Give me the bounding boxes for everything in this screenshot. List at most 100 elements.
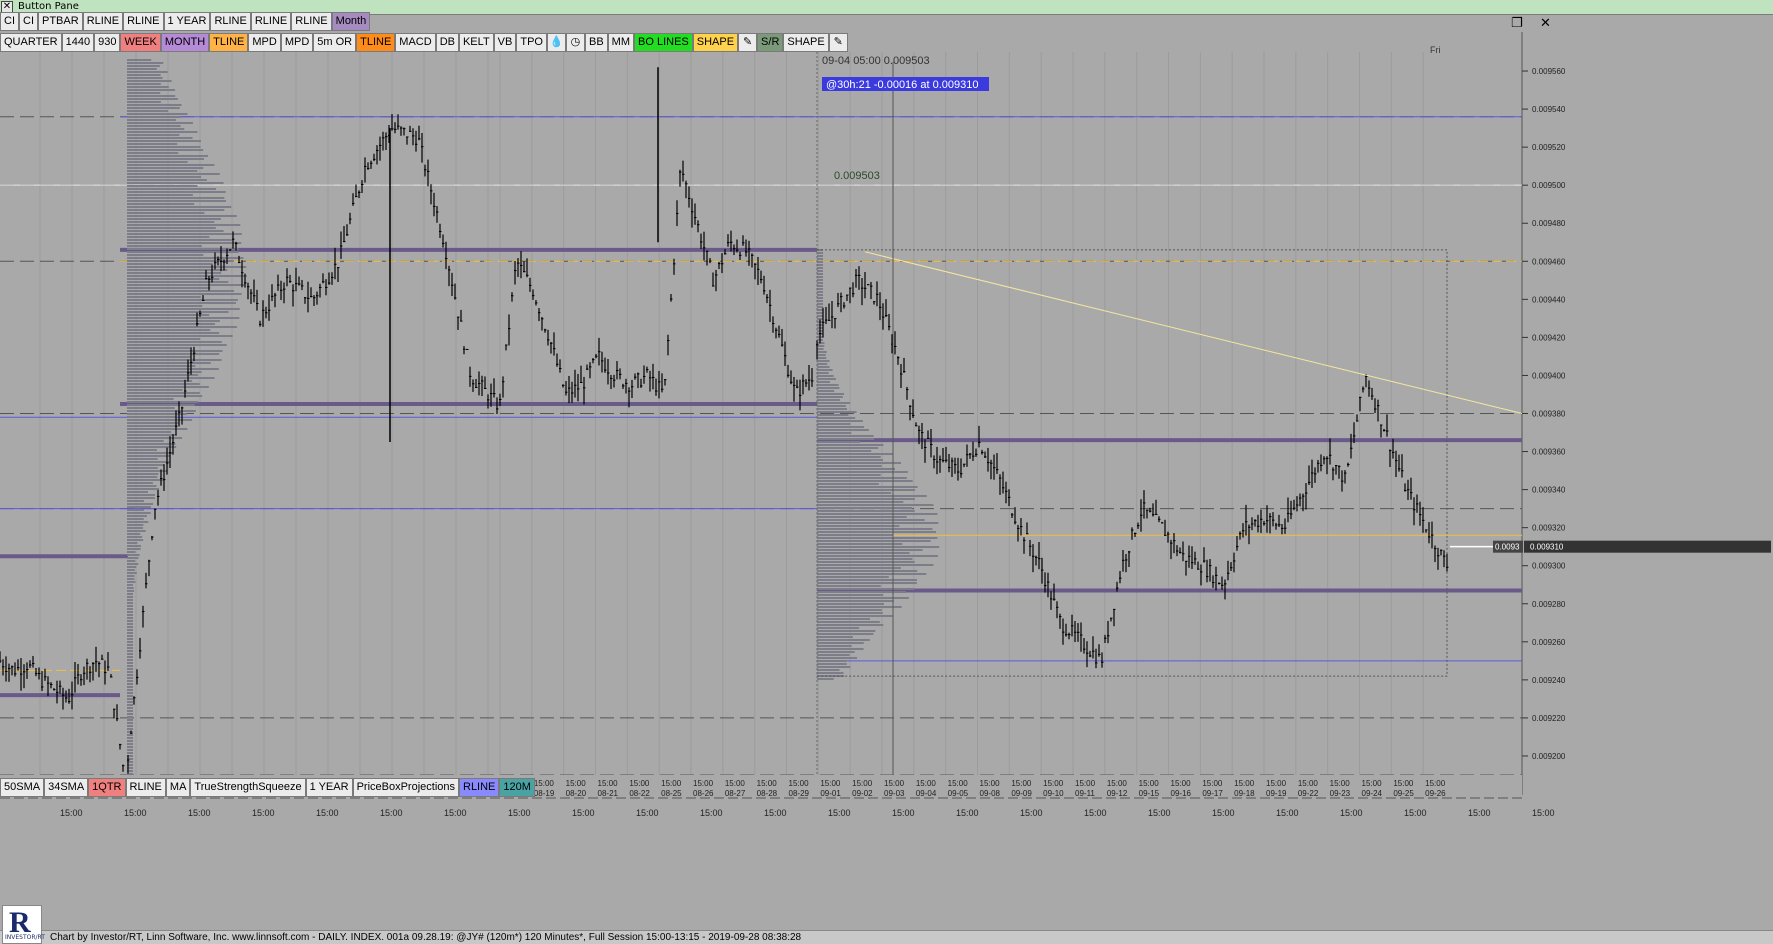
date-tick-label: 09-11 [1075, 789, 1095, 798]
bottom-time-label: 15:00 [60, 808, 83, 818]
time-tick-label: 15:00 [789, 779, 810, 788]
date-tick-label: 08-20 [566, 789, 587, 798]
time-tick-label: 15:00 [980, 779, 1001, 788]
bottom-time-label: 15:00 [828, 808, 851, 818]
price-tick-label: 0.009440 [1532, 295, 1566, 304]
date-tick-label: 09-24 [1362, 789, 1383, 798]
crosshair-readout: 09-04 05:00 0.009503 [822, 55, 930, 67]
bottom-time-label: 15:00 [700, 808, 723, 818]
bottom-time-label: 15:00 [444, 808, 467, 818]
logo-subtext: INVESTOR/RT [5, 934, 45, 941]
time-tick-label: 15:00 [1171, 779, 1192, 788]
time-tick-label: 15:00 [1202, 779, 1223, 788]
bottom-time-label: 15:00 [636, 808, 659, 818]
bottom-time-label: 15:00 [380, 808, 403, 818]
time-tick-label: 15:00 [1362, 779, 1383, 788]
price-tick-label: 0.009280 [1532, 600, 1566, 609]
date-tick-label: 09-25 [1393, 789, 1414, 798]
bottom-time-label: 15:00 [1148, 808, 1171, 818]
bottom-time-label: 15:00 [316, 808, 339, 818]
status-text: Chart by Investor/RT, Linn Software, Inc… [50, 932, 802, 943]
toolbar-button-ma[interactable]: MA [165, 778, 191, 797]
toolbar-button-50sma[interactable]: 50SMA [0, 778, 45, 797]
day-label: Fri [1430, 45, 1441, 55]
time-tick-label: 15:00 [693, 779, 714, 788]
time-tick-label: 15:00 [1393, 779, 1414, 788]
price-tick-label: 0.009520 [1532, 143, 1566, 152]
toolbar-studies: 50SMA 34SMA 1QTR RLINE MA TrueStrengthSqueeze… [0, 778, 535, 797]
time-tick-label: 15:00 [1330, 779, 1351, 788]
time-tick-label: 15:00 [1266, 779, 1287, 788]
toolbar-button-truestrengthsqueeze[interactable]: TrueStrengthSqueeze [190, 778, 306, 797]
bottom-time-label: 15:00 [252, 808, 275, 818]
time-tick-label: 15:00 [820, 779, 841, 788]
toolbar-button-1-year[interactable]: 1 YEAR [305, 778, 353, 797]
date-tick-label: 09-15 [1139, 789, 1160, 798]
price-tick-label: 0.009460 [1532, 257, 1566, 266]
time-tick-label: 15:00 [1298, 779, 1319, 788]
date-tick-label: 09-26 [1425, 789, 1446, 798]
time-tick-label: 15:00 [1425, 779, 1446, 788]
time-tick-label: 15:00 [1075, 779, 1096, 788]
time-tick-label: 15:00 [598, 779, 619, 788]
date-tick-label: 08-25 [661, 789, 682, 798]
status-bar: Chart by Investor/RT, Linn Software, Inc… [0, 930, 1773, 944]
price-tick-label: 0.009220 [1532, 714, 1566, 723]
date-tick-label: 09-04 [916, 789, 937, 798]
price-tick-label: 0.009500 [1532, 181, 1566, 190]
measure-label: @30h:21 -0.00016 at 0.009310 [826, 79, 978, 91]
price-tick-label: 0.009320 [1532, 524, 1566, 533]
bottom-time-label: 15:00 [124, 808, 147, 818]
date-tick-label: 09-05 [948, 789, 969, 798]
date-tick-label: 09-10 [1043, 789, 1064, 798]
date-tick-label: 09-17 [1202, 789, 1223, 798]
date-tick-label: 08-21 [598, 789, 619, 798]
projection-box [816, 249, 1448, 677]
date-tick-label: 08-26 [693, 789, 714, 798]
time-tick-label: 15:00 [916, 779, 937, 788]
crosshair-price-label: 0.009503 [834, 170, 880, 182]
date-tick-label: 09-18 [1234, 789, 1255, 798]
date-tick-label: 09-19 [1266, 789, 1287, 798]
time-tick-label: 15:00 [1139, 779, 1160, 788]
date-tick-label: 09-09 [1011, 789, 1032, 798]
toolbar-button-120m[interactable]: 120M [499, 778, 535, 797]
toolbar-button-rline[interactable]: RLINE [125, 778, 166, 797]
time-tick-label: 15:00 [948, 779, 969, 788]
bottom-time-label: 15:00 [764, 808, 787, 818]
bottom-time-label: 15:00 [1084, 808, 1107, 818]
price-tick-label: 0.009240 [1532, 676, 1566, 685]
toolbar-button-34sma[interactable]: 34SMA [44, 778, 89, 797]
date-tick-label: 08-27 [725, 789, 746, 798]
time-tick-label: 15:00 [629, 779, 650, 788]
toolbar-button-rline[interactable]: RLINE [459, 778, 500, 797]
time-tick-label: 15:00 [725, 779, 746, 788]
date-tick-label: 09-08 [980, 789, 1001, 798]
last-price-label: 0.009310 [1530, 543, 1564, 552]
bottom-time-label: 15:00 [1532, 808, 1555, 818]
price-tick-label: 0.009340 [1532, 486, 1566, 495]
time-tick-label: 15:00 [1234, 779, 1255, 788]
toolbar-button-1qtr[interactable]: 1QTR [88, 778, 126, 797]
bottom-time-label: 15:00 [1468, 808, 1491, 818]
price-tick-label: 0.009360 [1532, 448, 1566, 457]
bottom-time-label: 15:00 [892, 808, 915, 818]
price-tick-label: 0.009200 [1532, 752, 1566, 761]
date-tick-label: 09-23 [1330, 789, 1351, 798]
price-tick-label: 0.009420 [1532, 333, 1566, 342]
time-tick-label: 15:00 [757, 779, 778, 788]
price-tick-label: 0.009540 [1532, 105, 1566, 114]
date-tick-label: 09-01 [820, 789, 841, 798]
date-tick-label: 09-02 [852, 789, 873, 798]
price-tick-label: 0.009480 [1532, 219, 1566, 228]
date-tick-label: 09-22 [1298, 789, 1319, 798]
toolbar-button-priceboxprojections[interactable]: PriceBoxProjections [352, 778, 459, 797]
time-tick-label: 15:00 [534, 779, 555, 788]
time-tick-label: 15:00 [852, 779, 873, 788]
time-tick-label: 15:00 [1043, 779, 1064, 788]
price-tick-label: 0.009300 [1532, 562, 1566, 571]
price-tick-label: 0.009260 [1532, 638, 1566, 647]
date-tick-label: 08-19 [534, 789, 555, 798]
time-tick-label: 15:00 [884, 779, 905, 788]
price-tick-label: 0.009400 [1532, 371, 1566, 380]
